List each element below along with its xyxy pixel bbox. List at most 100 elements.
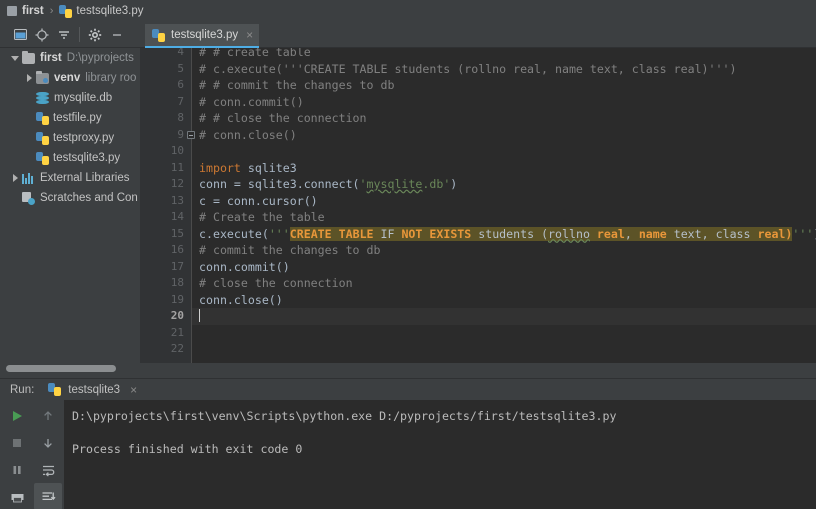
- project-tree[interactable]: first D:\pyprojects venv library roo mys…: [0, 48, 140, 363]
- code-token: text: [666, 226, 702, 241]
- code-editor[interactable]: 4 5 6 7 8 9 10 11 12 13 14 15 16 17 18 19 20 21 22 # # cre…: [140, 48, 816, 363]
- soft-wrap-button[interactable]: [34, 456, 62, 483]
- line-number: 16: [170, 243, 184, 256]
- sidebar-item-scratches[interactable]: Scratches and Con: [0, 188, 140, 208]
- text-caret: [199, 309, 200, 322]
- run-tab-testsqlite3[interactable]: testsqlite3 ×: [48, 383, 137, 397]
- line-number: 21: [170, 325, 184, 339]
- tab-testsqlite3[interactable]: testsqlite3.py ×: [145, 24, 260, 48]
- code-line[interactable]: conn = sqlite3.connect('mysqlite.db'): [192, 176, 816, 193]
- line-number: 10: [170, 144, 184, 157]
- minimize-icon[interactable]: [107, 25, 127, 45]
- sidebar-item-detail: library roo: [85, 72, 137, 84]
- code-token: conn = sqlite3.connect(: [199, 177, 360, 191]
- code-line[interactable]: import sqlite3: [192, 160, 816, 177]
- line-number: 19: [170, 292, 184, 306]
- code-line[interactable]: [192, 143, 816, 160]
- console-line: Process finished with exit code 0: [72, 442, 303, 456]
- code-line[interactable]: # # commit the changes to db: [192, 77, 816, 94]
- code-line[interactable]: # # close the connection: [192, 110, 816, 127]
- stop-button[interactable]: [3, 429, 31, 456]
- toolbar-divider: [79, 27, 80, 42]
- run-toolbar: [0, 400, 64, 509]
- close-icon[interactable]: ×: [130, 383, 137, 397]
- gear-icon[interactable]: [85, 25, 105, 45]
- code-line[interactable]: # Create the table: [192, 209, 816, 226]
- sidebar-item-testfile[interactable]: testfile.py: [0, 108, 140, 128]
- code-token: # conn.commit(): [199, 94, 304, 109]
- line-number: 20: [170, 309, 184, 322]
- code-line[interactable]: [192, 308, 816, 325]
- breadcrumb: first › testsqlite3.py: [0, 0, 816, 22]
- sidebar-item-label: External Libraries: [40, 172, 130, 184]
- project-view-icon[interactable]: [10, 25, 30, 45]
- chevron-right-icon[interactable]: [22, 74, 36, 82]
- sidebar-horizontal-scrollbar[interactable]: [6, 365, 116, 372]
- sidebar-item-label: testproxy.py: [53, 132, 115, 144]
- folder-icon: [22, 50, 35, 64]
- code-line[interactable]: c.execute('''CREATE TABLE IF NOT EXISTS …: [192, 226, 816, 243]
- sidebar-item-label: first: [40, 52, 62, 64]
- code-line[interactable]: # conn.close(): [192, 127, 816, 144]
- sidebar-item-label: testfile.py: [53, 112, 102, 124]
- code-token: ''': [268, 226, 290, 241]
- editor-tabstrip: testsqlite3.py ×: [140, 22, 816, 48]
- code-line[interactable]: c = conn.cursor(): [192, 193, 816, 210]
- code-token: name: [638, 226, 667, 241]
- code-content[interactable]: # # create table # c.execute('''CREATE TA…: [192, 48, 816, 363]
- code-line[interactable]: conn.commit(): [192, 259, 816, 276]
- code-line[interactable]: # conn.commit(): [192, 94, 816, 111]
- code-token: conn.commit(): [199, 259, 290, 274]
- breadcrumb-separator: ›: [49, 5, 54, 17]
- scroll-to-end-button[interactable]: [34, 483, 62, 509]
- code-token: real: [750, 226, 786, 241]
- pause-button[interactable]: [3, 456, 31, 483]
- code-token: CREATE TABLE: [289, 226, 374, 241]
- sql-string-literal: CREATE TABLE IF NOT EXISTS students (rol…: [289, 226, 793, 241]
- python-file-icon: [36, 151, 49, 165]
- code-line[interactable]: conn.close(): [192, 292, 816, 309]
- code-line[interactable]: [192, 341, 816, 358]
- code-token: c = conn.cursor(): [199, 193, 318, 208]
- sidebar-item-label: mysqlite.db: [54, 92, 113, 104]
- line-number: 9: [177, 127, 184, 141]
- scroll-up-button[interactable]: [34, 402, 62, 429]
- print-button[interactable]: [3, 483, 31, 509]
- sidebar-item-testproxy[interactable]: testproxy.py: [0, 128, 140, 148]
- run-button[interactable]: [3, 402, 31, 429]
- python-file-icon: [36, 111, 49, 125]
- sidebar-item-testsqlite3[interactable]: testsqlite3.py: [0, 148, 140, 168]
- sidebar-item-first[interactable]: first D:\pyprojects: [0, 48, 140, 68]
- breadcrumb-file[interactable]: testsqlite3.py: [76, 5, 143, 17]
- code-token: # conn.close(): [199, 127, 297, 142]
- code-token: # # commit the changes to db: [199, 78, 395, 92]
- sidebar-item-external-libraries[interactable]: External Libraries: [0, 168, 140, 188]
- sidebar-item-mysqlite-db[interactable]: mysqlite.db: [0, 88, 140, 108]
- locate-target-icon[interactable]: [32, 25, 52, 45]
- folder-venv-icon: [36, 70, 49, 84]
- code-token: ''': [792, 226, 814, 241]
- code-token: # close the connection: [199, 276, 353, 290]
- code-line[interactable]: # commit the changes to db: [192, 242, 816, 259]
- sidebar-item-detail: D:\pyprojects: [66, 52, 134, 64]
- chevron-down-icon[interactable]: [8, 55, 22, 61]
- line-number: 12: [170, 177, 184, 190]
- line-number: 11: [170, 160, 184, 174]
- line-number: 15: [170, 226, 184, 240]
- chevron-right-icon[interactable]: [8, 174, 22, 182]
- run-console-output[interactable]: D:\pyprojects\first\venv\Scripts\python.…: [64, 400, 816, 509]
- code-line[interactable]: # c.execute('''CREATE TABLE students (ro…: [192, 61, 816, 78]
- collapse-all-icon[interactable]: [54, 25, 74, 45]
- code-token: sqlite3: [240, 160, 297, 175]
- code-token: class: [715, 226, 751, 241]
- close-icon[interactable]: ×: [246, 28, 253, 42]
- code-token: IF: [373, 226, 402, 241]
- code-line[interactable]: [192, 325, 816, 342]
- python-file-icon: [59, 4, 73, 18]
- code-line[interactable]: # # create table: [192, 48, 816, 61]
- sidebar-item-venv[interactable]: venv library roo: [0, 68, 140, 88]
- scroll-down-button[interactable]: [34, 429, 62, 456]
- code-line[interactable]: # close the connection: [192, 275, 816, 292]
- breadcrumb-project[interactable]: first: [22, 5, 44, 17]
